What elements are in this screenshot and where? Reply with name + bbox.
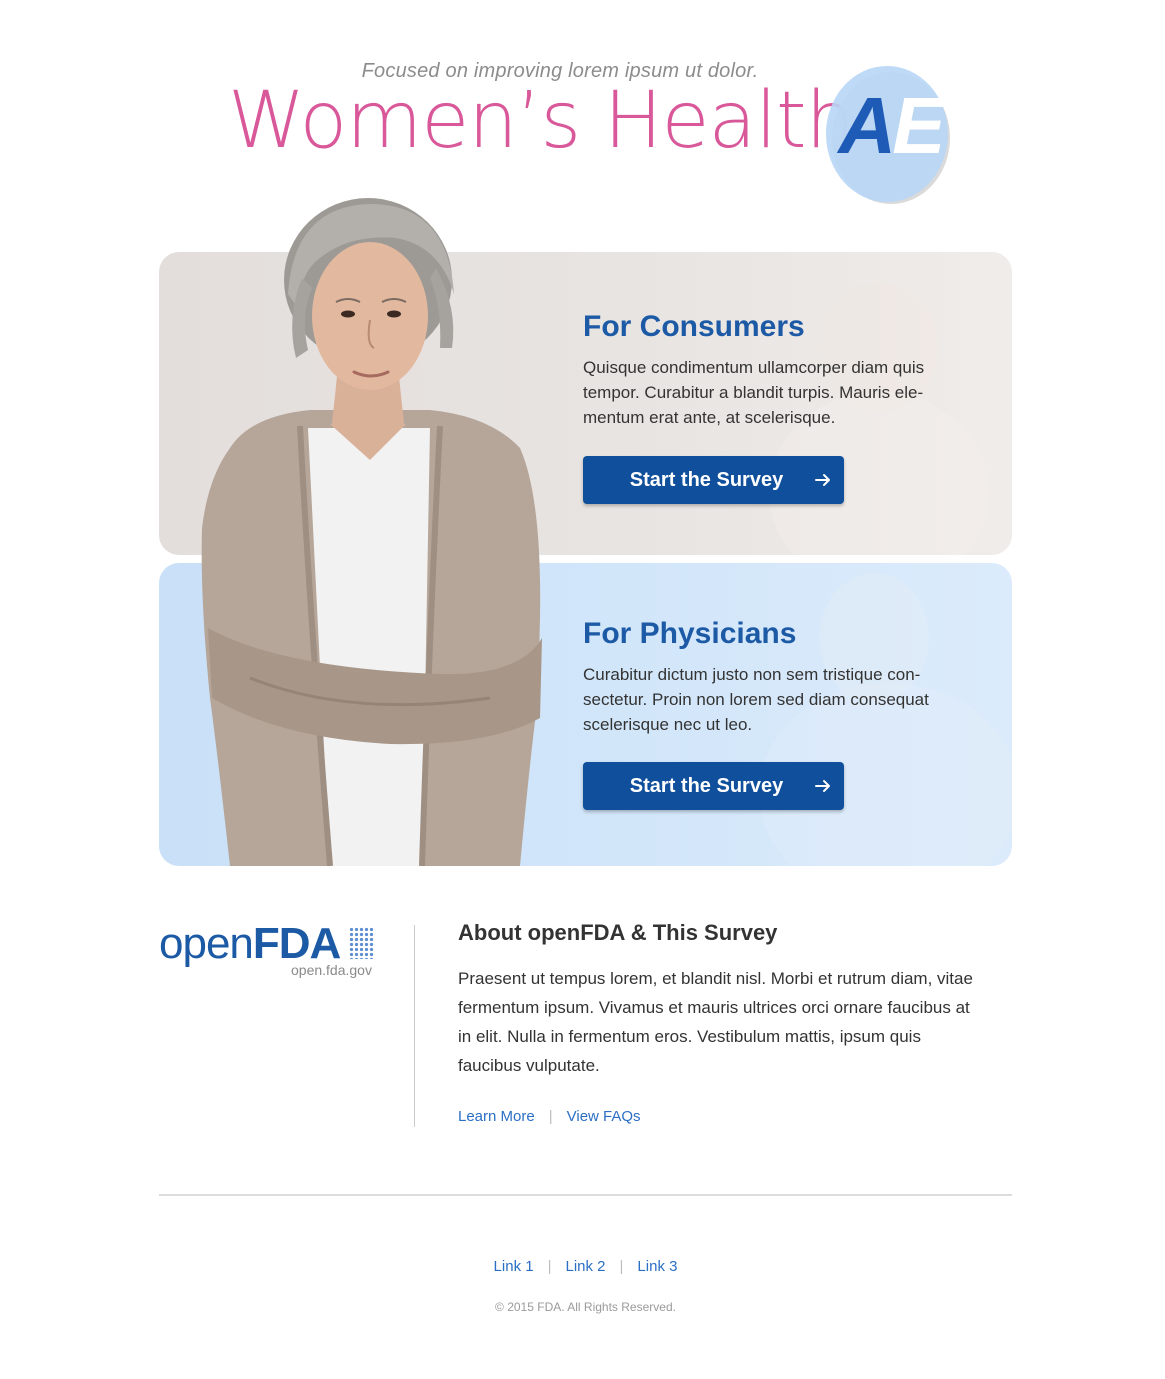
consumers-card-content: For Consumers Quisque condimentum ullamc…: [583, 310, 963, 430]
logo-open-text: open: [159, 919, 254, 968]
badge-letter-e: E: [892, 81, 945, 170]
link-separator: |: [548, 1108, 553, 1125]
woman-photo: [201, 198, 542, 866]
about-title: About openFDA & This Survey: [458, 920, 778, 945]
physicians-title: For Physicians: [583, 617, 797, 650]
footer-links: Link 1 | Link 2 | Link 3: [0, 1258, 1165, 1275]
openfda-wordmark: openFDA: [159, 919, 341, 968]
logo-domain: open.fda.gov: [291, 962, 372, 978]
brand-title: Women’s Health: [228, 76, 855, 166]
footer-divider: [159, 1194, 1012, 1196]
arrow-right-icon: [815, 780, 830, 792]
consumers-start-survey-button[interactable]: Start the Survey: [583, 456, 844, 504]
copyright-notice: © 2015 FDA. All Rights Reserved.: [495, 1300, 676, 1314]
consumers-title: For Consumers: [583, 310, 805, 343]
physicians-start-survey-label: Start the Survey: [629, 774, 784, 797]
consumers-start-survey-label: Start the Survey: [629, 468, 784, 491]
link-separator: |: [547, 1258, 552, 1275]
about-description: Praesent ut tempus lorem, et blandit nis…: [458, 969, 973, 1075]
background-photo-shape: [959, 252, 1012, 552]
badge-letters: AE: [828, 86, 952, 166]
about-section: About openFDA & This Survey Praesent ut …: [458, 920, 978, 1080]
learn-more-link[interactable]: Learn More: [458, 1108, 535, 1125]
openfda-logo: openFDA open.fda.gov: [159, 922, 379, 982]
footer-link-3[interactable]: Link 3: [637, 1258, 677, 1275]
footer-link-2[interactable]: Link 2: [565, 1258, 605, 1275]
badge-letter-a: A: [838, 81, 896, 170]
footer-link-1[interactable]: Link 1: [494, 1258, 534, 1275]
about-links: Learn More | View FAQs: [458, 1108, 641, 1125]
dot-grid-icon: [349, 927, 375, 959]
arrow-right-icon: [815, 474, 830, 486]
view-faqs-link[interactable]: View FAQs: [567, 1108, 641, 1125]
physicians-description: Curabitur dictum justo non sem tristique…: [583, 665, 929, 734]
physicians-start-survey-button[interactable]: Start the Survey: [583, 762, 844, 810]
ae-logo-badge: AE: [826, 66, 954, 208]
consumers-description: Quisque condimentum ullamcorper diam qui…: [583, 358, 925, 427]
about-divider: [414, 925, 415, 1127]
page: Focused on improving lorem ipsum ut dolo…: [0, 0, 1165, 1379]
logo-fda-text: FDA: [252, 919, 341, 968]
link-separator: |: [619, 1258, 624, 1275]
physicians-card-content: For Physicians Curabitur dictum justo no…: [583, 617, 963, 737]
